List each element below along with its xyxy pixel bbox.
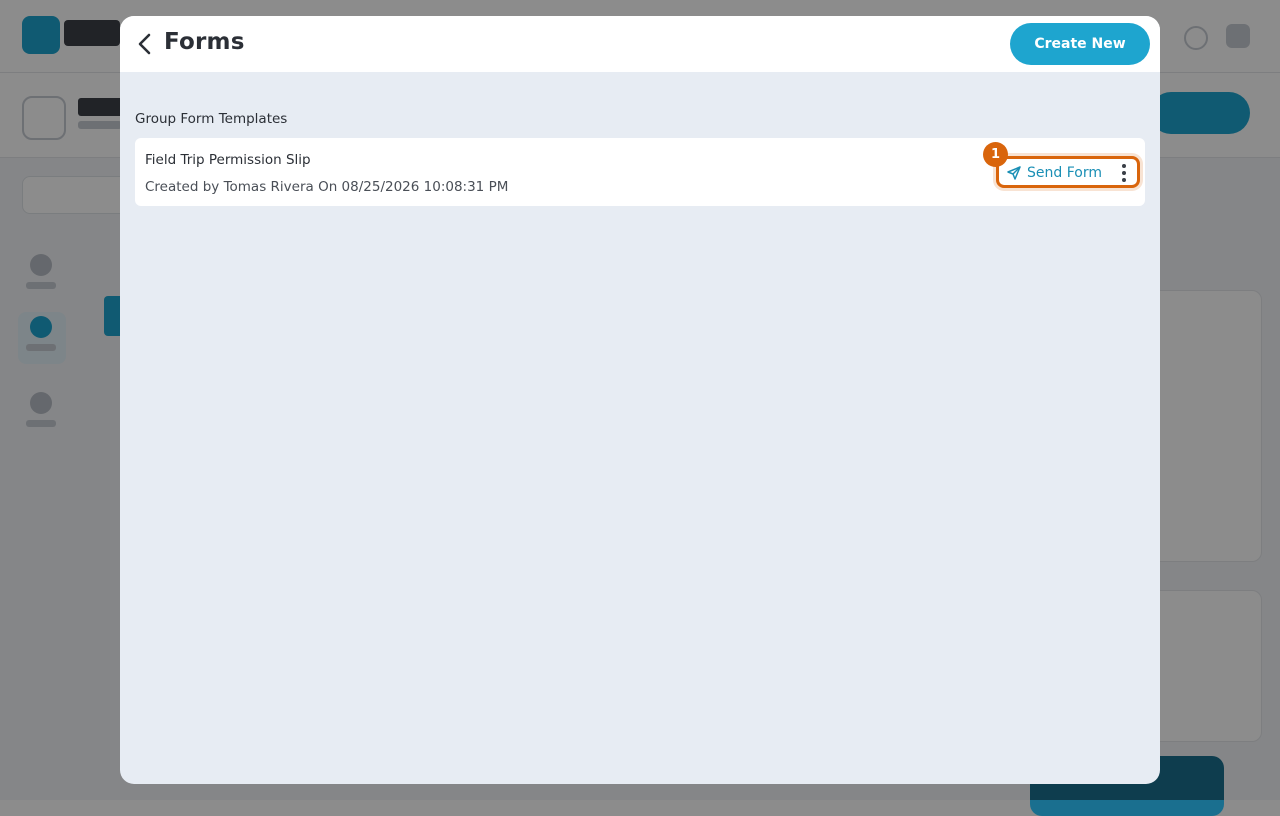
template-name: Field Trip Permission Slip <box>145 152 311 168</box>
step-number-badge: 1 <box>983 142 1008 167</box>
more-vertical-icon[interactable] <box>1117 162 1131 184</box>
modal-title: Forms <box>164 29 245 55</box>
template-meta: Created by Tomas Rivera On 08/25/2026 10… <box>145 179 509 195</box>
send-form-button[interactable]: Send Form <box>996 156 1140 188</box>
forms-modal: Forms Create New Group Form Templates Fi… <box>120 16 1160 784</box>
send-form-label: Send Form <box>1027 165 1102 181</box>
back-button[interactable] <box>130 29 160 59</box>
create-new-button[interactable]: Create New <box>1010 23 1150 65</box>
chevron-left-icon <box>138 33 151 55</box>
paper-plane-icon <box>1007 166 1021 180</box>
section-label: Group Form Templates <box>135 111 288 127</box>
modal-header: Forms Create New <box>120 16 1160 72</box>
